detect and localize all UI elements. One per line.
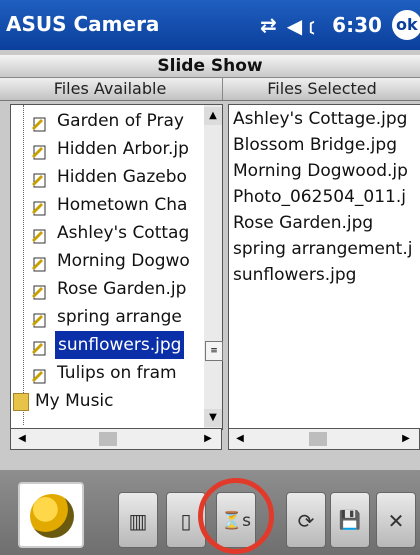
scroll-down-arrow-icon[interactable]: ▼ [204, 409, 222, 427]
files-available-header[interactable]: Files Available [0, 78, 220, 100]
save-icon: 💾 [338, 510, 362, 531]
right-horizontal-scrollbar[interactable]: ◀ ▶ [228, 428, 420, 450]
title-bar: ASUS Camera ⇄ ◀﹝ 6:30 ok [0, 0, 420, 50]
image-file-icon [31, 309, 47, 328]
list-item-label: Rose Garden.jp [57, 279, 187, 299]
slideshow-icon: ▥ [128, 509, 148, 533]
highlight-circle [198, 478, 274, 554]
scroll-left-arrow-icon[interactable]: ◀ [231, 429, 249, 449]
list-item[interactable]: Ashley's Cottag [11, 219, 205, 247]
files-selected-header[interactable]: Files Selected [222, 78, 420, 100]
preview-thumbnail-button[interactable] [18, 482, 84, 548]
list-item[interactable]: Hidden Arbor.jp [11, 135, 205, 163]
volume-icon[interactable]: ◀﹝ [287, 10, 322, 39]
image-file-icon [31, 225, 47, 244]
list-item-label: Hometown Cha [57, 195, 188, 215]
list-item[interactable]: Ashley's Cottage.jpg [233, 107, 407, 131]
scroll-up-arrow-icon[interactable]: ▲ [204, 107, 222, 125]
list-item-label: Morning Dogwo [57, 251, 190, 271]
list-item[interactable]: Rose Garden.jp [11, 275, 205, 303]
list-item[interactable]: Morning Dogwood.jp [233, 159, 408, 183]
scroll-thumb[interactable] [309, 432, 327, 446]
list-item-label: Hidden Gazebo [57, 167, 187, 187]
list-item[interactable]: Rose Garden.jpg [233, 211, 373, 235]
list-item-label: Tulips on fram [57, 363, 177, 383]
list-item[interactable]: Morning Dogwo [11, 247, 205, 275]
document-icon: ▯ [180, 509, 192, 533]
image-file-icon [31, 337, 47, 356]
list-item-label: Hidden Arbor.jp [57, 139, 189, 159]
scroll-right-arrow-icon[interactable]: ▶ [199, 429, 217, 449]
left-vertical-scrollbar[interactable]: ▲ ≡ ▼ [204, 104, 223, 430]
image-file-icon [31, 281, 47, 300]
scroll-thumb[interactable] [99, 432, 117, 446]
list-item-label: spring arrange [57, 307, 182, 327]
left-horizontal-scrollbar[interactable]: ◀ ▶ [10, 428, 222, 450]
scroll-thumb[interactable]: ≡ [205, 341, 223, 361]
rotate-icon: ⟳ [297, 509, 315, 533]
files-selected-list[interactable]: Ashley's Cottage.jpg Blossom Bridge.jpg … [228, 104, 420, 430]
image-file-icon [31, 253, 47, 272]
list-item-selected[interactable]: sunflowers.jpg [11, 331, 205, 359]
connectivity-icon[interactable]: ⇄ [260, 13, 277, 37]
slideshow-button[interactable]: ▥ [118, 492, 158, 548]
page-title: Slide Show [0, 55, 420, 78]
list-item[interactable]: spring arrangement.j [233, 237, 412, 261]
list-item[interactable]: Garden of Pray [11, 107, 205, 135]
list-item[interactable]: Photo_062504_011.j [233, 185, 406, 209]
list-item-label: sunflowers.jpg [55, 331, 185, 359]
list-item[interactable]: Blossom Bridge.jpg [233, 133, 397, 157]
folder-icon [13, 393, 29, 411]
close-icon: ✕ [387, 509, 405, 533]
clock-time[interactable]: 6:30 [332, 13, 382, 37]
ok-button[interactable]: ok [392, 10, 420, 40]
status-area: ⇄ ◀﹝ 6:30 [260, 10, 382, 39]
folder-item[interactable]: My Music [11, 387, 205, 415]
image-file-icon [31, 197, 47, 216]
list-item-label: Garden of Pray [57, 111, 184, 131]
image-file-icon [31, 169, 47, 188]
rotate-button[interactable]: ⟳ [286, 492, 326, 548]
scroll-right-arrow-icon[interactable]: ▶ [397, 429, 415, 449]
column-headers: Files Available Files Selected [0, 78, 420, 101]
list-item[interactable]: Hidden Gazebo [11, 163, 205, 191]
image-file-icon [31, 113, 47, 132]
save-button[interactable]: 💾 [330, 492, 370, 548]
list-item[interactable]: sunflowers.jpg [233, 263, 356, 287]
files-available-list[interactable]: Garden of Pray Hidden Arbor.jp Hidden Ga… [10, 104, 206, 430]
scroll-left-arrow-icon[interactable]: ◀ [13, 429, 31, 449]
sunflower-thumbnail-icon [30, 494, 74, 538]
app-title: ASUS Camera [6, 12, 160, 36]
list-item[interactable]: spring arrange [11, 303, 205, 331]
list-item[interactable]: Hometown Cha [11, 191, 205, 219]
image-file-icon [31, 141, 47, 160]
list-item-label: Ashley's Cottag [57, 223, 190, 243]
list-item[interactable]: Tulips on fram [11, 359, 205, 387]
folder-label: My Music [35, 391, 114, 411]
close-button[interactable]: ✕ [376, 492, 416, 548]
image-file-icon [31, 365, 47, 384]
